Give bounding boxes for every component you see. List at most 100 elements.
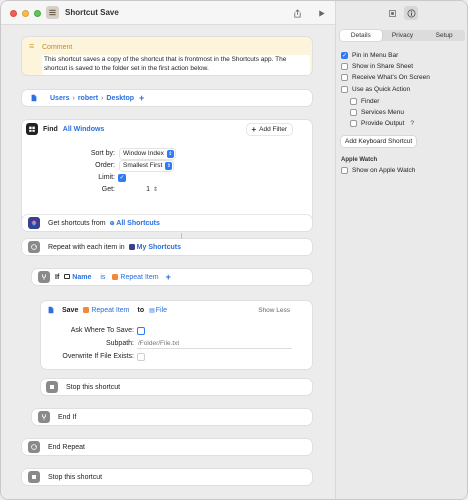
file-icon — [45, 304, 57, 316]
window-icon — [26, 123, 38, 135]
option-finder[interactable]: Finder — [350, 98, 379, 105]
save-file-action[interactable]: Save Repeat Item to ▤File Show Less Ask … — [41, 301, 312, 369]
comment-body[interactable]: This shortcut saves a copy of the shortc… — [42, 55, 310, 75]
sort-by-value: Window Index — [123, 150, 164, 157]
sort-by-label: Sort by: — [90, 150, 115, 157]
option-pin-menu-bar[interactable]: Pin in Menu Bar — [341, 52, 398, 59]
chevron-updown-icon: ⇕ — [166, 149, 174, 158]
pin-menu-bar-label: Pin in Menu Bar — [352, 52, 399, 59]
stop-shortcut-action-outer[interactable]: Stop this shortcut — [22, 469, 312, 485]
minimize-window-button[interactable] — [22, 10, 29, 17]
get-label: Get: — [101, 186, 115, 193]
repeat-source-label: My Shortcuts — [136, 243, 181, 251]
sidebar-tabs: Details Privacy Setup — [340, 30, 465, 41]
apple-watch-label: Show on Apple Watch — [352, 167, 416, 174]
ask-where-label: Ask Where To Save: — [70, 327, 134, 334]
receive-on-screen-label: Receive What's On Screen — [352, 74, 430, 81]
find-target[interactable]: All Windows — [63, 126, 105, 133]
stop-inner-label: Stop this shortcut — [66, 383, 121, 391]
apple-watch-checkbox[interactable] — [341, 167, 348, 174]
library-icon[interactable] — [386, 7, 398, 19]
add-keyboard-shortcut-button[interactable]: Add Keyboard Shortcut — [341, 136, 417, 147]
add-filter-button[interactable]: + Add Filter — [246, 124, 292, 135]
action-editor[interactable]: ≡ Comment This shortcut saves a copy of … — [1, 25, 335, 499]
option-quick-action[interactable]: Use as Quick Action — [341, 86, 410, 93]
chevron-updown-icon: ⇕ — [165, 161, 173, 170]
get-shortcuts-action[interactable]: Get shortcuts from ⊕ All Shortcuts — [22, 215, 312, 231]
shortcut-icon[interactable] — [46, 6, 59, 19]
repeat-item-icon — [83, 306, 90, 313]
folder-path-desktop[interactable]: Desktop — [106, 95, 134, 102]
limit-checkbox[interactable] — [118, 173, 126, 182]
close-window-button[interactable] — [10, 10, 17, 17]
add-condition-button[interactable]: + — [166, 272, 171, 282]
save-destination[interactable]: ▤File — [149, 307, 167, 314]
get-count-field[interactable]: 1 — [120, 186, 150, 193]
file-icon — [28, 92, 40, 104]
if-label: If — [55, 273, 60, 281]
tab-privacy[interactable]: Privacy — [382, 30, 424, 41]
option-receive-on-screen[interactable]: Receive What's On Screen — [341, 74, 430, 81]
repeat-label: Repeat with each item in — [48, 243, 125, 251]
get-shortcuts-label: Get shortcuts from — [48, 219, 106, 227]
show-less-button[interactable]: Show Less — [258, 307, 290, 314]
option-apple-watch[interactable]: Show on Apple Watch — [341, 167, 415, 174]
repeat-icon — [28, 241, 40, 253]
zoom-window-button[interactable] — [34, 10, 41, 17]
play-icon[interactable] — [315, 7, 327, 19]
repeat-source[interactable]: My Shortcuts — [128, 243, 181, 251]
if-value[interactable]: Repeat Item — [112, 273, 159, 281]
order-select[interactable]: Smallest First ⇕ — [120, 160, 174, 171]
provide-output-label: Provide Output — [361, 120, 405, 127]
pin-menu-bar-checkbox[interactable] — [341, 52, 348, 59]
subpath-label: Subpath: — [105, 340, 134, 347]
if-value-label: Repeat Item — [120, 273, 159, 281]
branch-icon — [38, 271, 50, 283]
tab-setup[interactable]: Setup — [423, 30, 465, 41]
subpath-input[interactable] — [137, 338, 292, 349]
shortcuts-app-icon — [28, 217, 40, 229]
option-services-menu[interactable]: Services Menu — [350, 109, 404, 116]
order-value: Smallest First — [123, 162, 163, 169]
if-operator[interactable]: is — [100, 274, 105, 281]
option-provide-output[interactable]: Provide Output ? — [350, 120, 414, 127]
info-icon[interactable] — [404, 6, 418, 20]
finder-checkbox[interactable] — [350, 98, 357, 105]
traffic-lights — [10, 10, 41, 17]
if-field[interactable]: Name — [64, 274, 91, 281]
repeat-each-action[interactable]: Repeat with each item in My Shortcuts — [22, 239, 312, 255]
folder-action[interactable]: Users › robert › Desktop + — [22, 90, 312, 106]
folder-path-users[interactable]: Users — [50, 95, 69, 102]
save-item[interactable]: Repeat Item — [83, 306, 130, 314]
overwrite-checkbox[interactable] — [137, 352, 145, 361]
stop-icon — [28, 471, 40, 483]
if-action[interactable]: If Name is Repeat Item + — [32, 269, 312, 285]
tab-details[interactable]: Details — [340, 30, 382, 41]
end-if-action[interactable]: End If — [32, 409, 312, 425]
share-icon[interactable] — [291, 7, 303, 19]
quick-action-checkbox[interactable] — [341, 86, 348, 93]
path-separator: › — [101, 94, 104, 102]
help-icon[interactable]: ? — [410, 120, 414, 127]
folder-path-robert[interactable]: robert — [78, 95, 98, 102]
option-share-sheet[interactable]: Show in Share Sheet — [341, 63, 413, 70]
comment-action[interactable]: ≡ Comment This shortcut saves a copy of … — [22, 37, 312, 75]
share-sheet-checkbox[interactable] — [341, 63, 348, 70]
details-sidebar: Details Privacy Setup Pin in Menu Bar Sh… — [335, 1, 467, 499]
branch-icon — [38, 411, 50, 423]
find-windows-action[interactable]: Find All Windows + Add Filter Sort by: W… — [22, 120, 312, 228]
add-variable-button[interactable]: + — [139, 93, 144, 103]
comment-icon: ≡ — [29, 41, 35, 51]
stop-shortcut-action-inner[interactable]: Stop this shortcut — [41, 379, 312, 395]
ask-where-checkbox[interactable] — [137, 326, 145, 335]
end-if-label: End If — [58, 413, 77, 421]
end-repeat-label: End Repeat — [48, 443, 85, 451]
provide-output-checkbox[interactable] — [350, 120, 357, 127]
stepper-icon[interactable]: ⇕ — [153, 186, 158, 193]
end-repeat-action[interactable]: End Repeat — [22, 439, 312, 455]
shortcuts-source[interactable]: ⊕ All Shortcuts — [110, 220, 160, 227]
sort-by-select[interactable]: Window Index ⇕ — [120, 148, 175, 159]
receive-on-screen-checkbox[interactable] — [341, 74, 348, 81]
services-menu-checkbox[interactable] — [350, 109, 357, 116]
stop-outer-label: Stop this shortcut — [48, 473, 103, 481]
